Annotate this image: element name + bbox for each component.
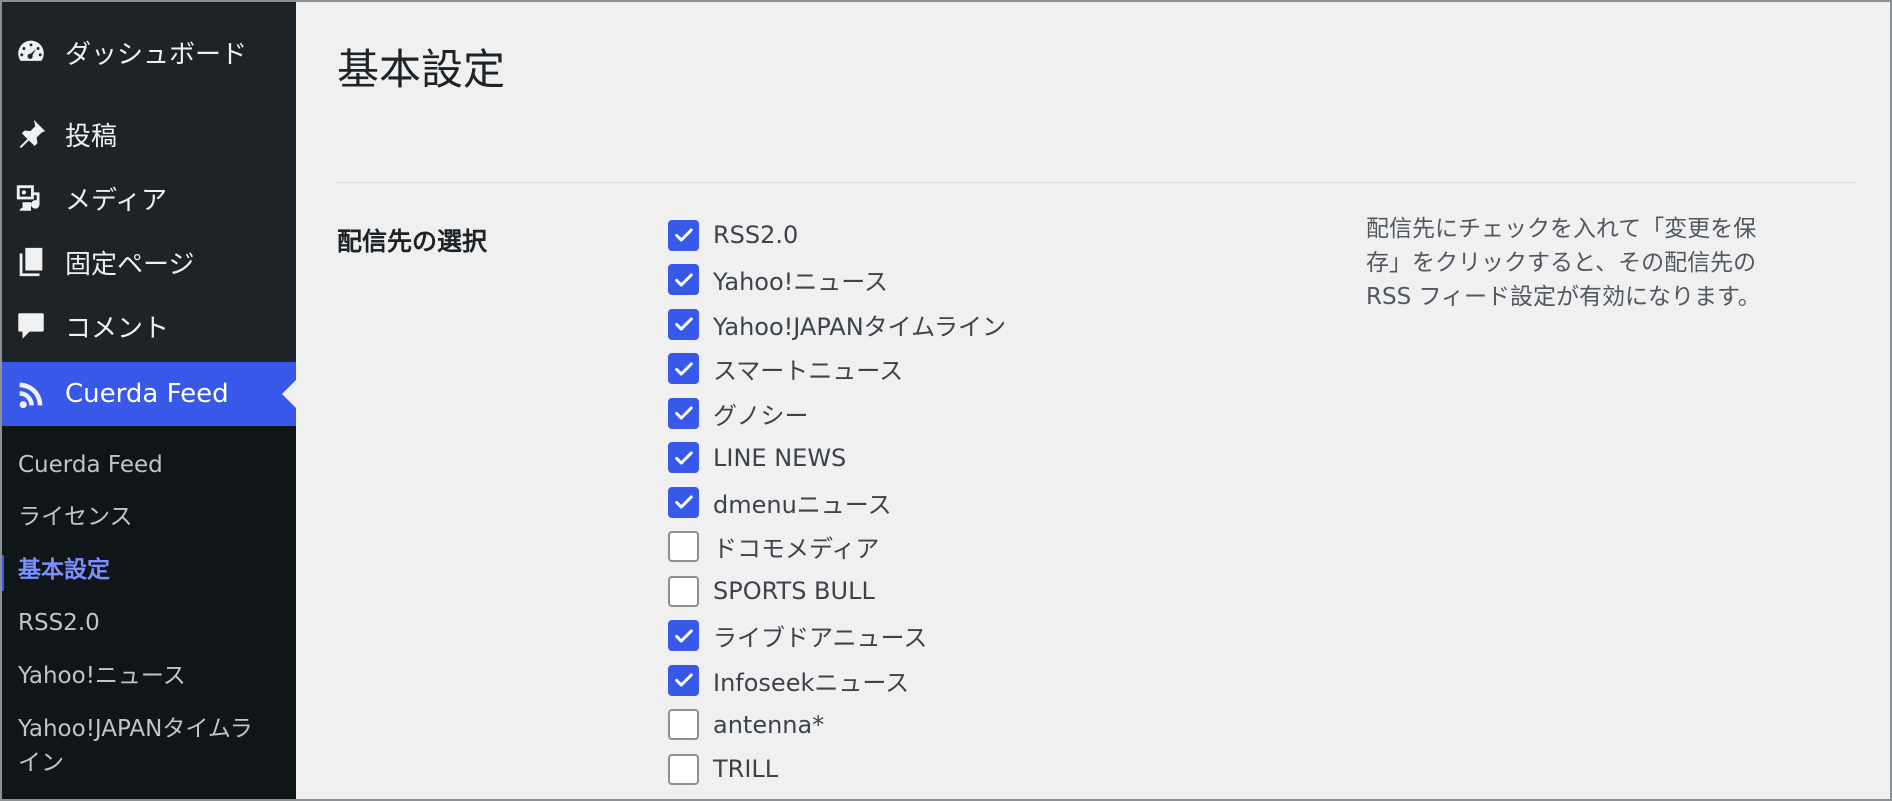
menu-label: ダッシュボード: [65, 39, 248, 70]
menu-item-cuerda-feed[interactable]: Cuerda Feed: [0, 362, 296, 426]
checkmark-icon: [674, 628, 693, 643]
destination-option[interactable]: antenna*: [668, 708, 824, 742]
checkmark-icon: [674, 272, 693, 287]
destination-option[interactable]: TRILL: [668, 752, 778, 786]
option-label: LINE NEWS: [713, 443, 847, 472]
menu-label: コメント: [65, 313, 170, 344]
destination-option[interactable]: Infoseekニュース: [668, 663, 909, 697]
checkbox[interactable]: [668, 575, 699, 607]
submenu-item-basic-settings[interactable]: 基本設定: [0, 553, 296, 591]
menu-item-media[interactable]: メディア: [0, 168, 296, 228]
destination-option[interactable]: ドコモメディア: [668, 530, 879, 564]
destination-option[interactable]: Yahoo!JAPANタイムライン: [668, 307, 1006, 341]
checkmark-icon: [674, 361, 693, 376]
checkbox[interactable]: [668, 664, 699, 696]
option-label: antenna*: [713, 710, 825, 739]
submenu-cuerda-feed: Cuerda Feed ライセンス 基本設定 RSS2.0 Yahoo!ニュース…: [0, 426, 296, 801]
option-label: Infoseekニュース: [713, 668, 910, 697]
checkmark-icon: [674, 406, 693, 420]
option-label: スマートニュース: [713, 357, 904, 385]
checkbox[interactable]: [668, 753, 699, 785]
destination-option[interactable]: LINE NEWS: [668, 441, 846, 475]
option-label: Yahoo!ニュース: [713, 268, 889, 296]
submenu-item-yahoo-timeline-cont[interactable]: イン: [0, 746, 296, 780]
destination-option[interactable]: スマートニュース: [668, 352, 903, 386]
pages-icon: [13, 244, 49, 280]
destination-option[interactable]: グノシー: [668, 396, 809, 430]
menu-item-comments[interactable]: コメント: [0, 296, 296, 356]
checkbox[interactable]: [668, 620, 699, 651]
checkbox[interactable]: [668, 353, 699, 384]
help-text: 配信先にチェックを入れて「変更を保 存」をクリックすると、その配信先の RSS …: [1366, 212, 1826, 314]
help-line: RSS フィード設定が有効になります。: [1366, 284, 1761, 310]
option-label: SPORTS BULL: [713, 577, 875, 605]
submenu-item-license[interactable]: ライセンス: [0, 500, 296, 534]
menu-label: 投稿: [65, 121, 118, 152]
rss-icon: [13, 376, 49, 412]
submenu-item-yahoo-news[interactable]: Yahoo!ニュース: [0, 659, 296, 693]
section-divider: [337, 182, 1855, 183]
help-line: 配信先にチェックを入れて「変更を保: [1366, 216, 1757, 242]
destination-option[interactable]: Yahoo!ニュース: [668, 263, 888, 297]
destination-option[interactable]: dmenuニュース: [668, 485, 892, 519]
menu-label: メディア: [65, 185, 168, 216]
checkmark-icon: [674, 495, 693, 509]
menu-item-dashboard[interactable]: ダッシュボード: [0, 22, 296, 82]
menu-label: 固定ページ: [65, 249, 195, 280]
media-icon: [13, 180, 49, 216]
pin-icon: [13, 116, 49, 152]
destination-option[interactable]: ライブドアニュース: [668, 619, 927, 653]
menu-item-posts[interactable]: 投稿: [0, 104, 296, 164]
option-label: dmenuニュース: [713, 490, 892, 519]
checkbox[interactable]: [668, 264, 699, 295]
dashboard-icon: [13, 34, 49, 70]
destination-option[interactable]: SPORTS BULL: [668, 574, 875, 608]
submenu-item-rss2[interactable]: RSS2.0: [0, 606, 296, 640]
page-title: 基本設定: [337, 45, 506, 94]
admin-sidebar: ダッシュボード 投稿 メディア 固定ページ コメント Cuerda Feed C…: [0, 0, 296, 801]
checkbox[interactable]: [668, 397, 699, 429]
option-label: Yahoo!JAPANタイムライン: [713, 312, 1006, 341]
destination-option[interactable]: RSS2.0: [668, 218, 798, 252]
checkbox[interactable]: [668, 486, 699, 518]
option-label: グノシー: [713, 401, 809, 430]
option-label: ライブドアニュース: [713, 624, 928, 652]
checkbox[interactable]: [668, 531, 699, 562]
checkmark-icon: [674, 450, 693, 465]
checkbox[interactable]: [668, 442, 699, 473]
checkmark-icon: [674, 673, 693, 687]
menu-label: Cuerda Feed: [65, 379, 229, 409]
field-label-destinations: 配信先の選択: [337, 227, 488, 256]
submenu-item-yahoo-timeline[interactable]: Yahoo!JAPANタイムラ: [0, 712, 296, 746]
checkbox[interactable]: [668, 308, 699, 340]
checkmark-icon: [674, 317, 693, 331]
submenu-item-cuerda-feed[interactable]: Cuerda Feed: [0, 448, 296, 482]
checkbox[interactable]: [668, 219, 699, 251]
checkmark-icon: [674, 228, 693, 242]
menu-item-pages[interactable]: 固定ページ: [0, 232, 296, 292]
comment-icon: [13, 308, 49, 344]
checkbox[interactable]: [668, 709, 699, 740]
option-label: RSS2.0: [713, 221, 799, 249]
option-label: ドコモメディア: [713, 535, 880, 563]
help-line: 存」をクリックすると、その配信先の: [1366, 250, 1757, 276]
option-label: TRILL: [713, 755, 779, 783]
